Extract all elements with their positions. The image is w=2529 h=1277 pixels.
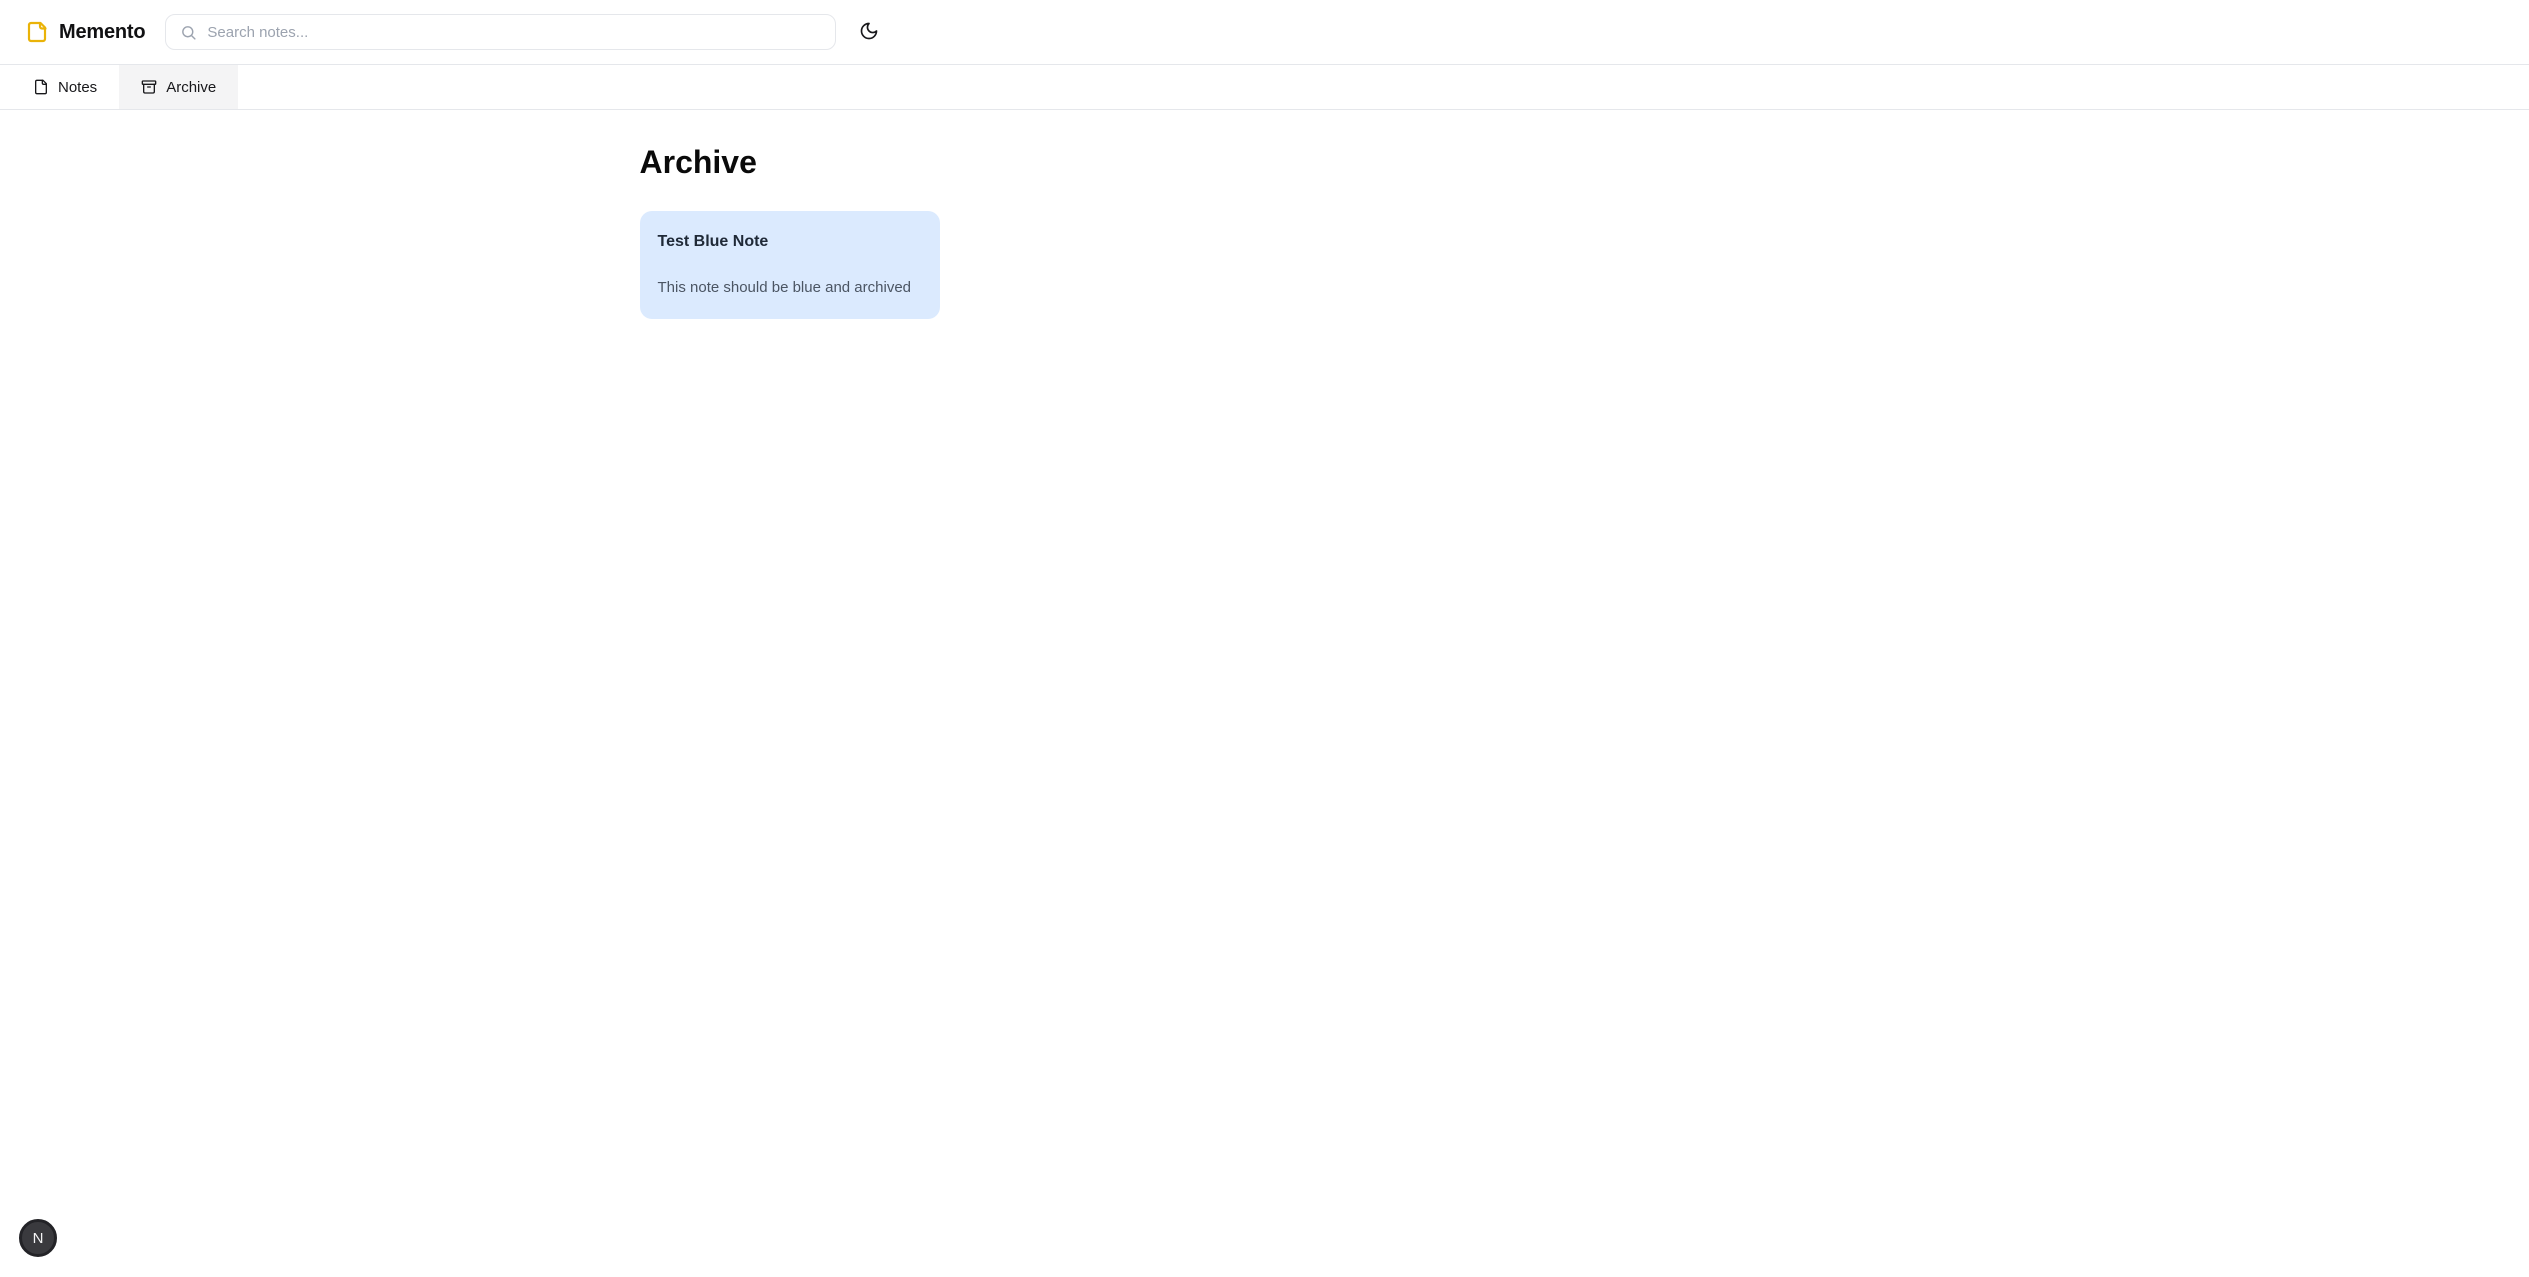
search-box[interactable]: [165, 14, 836, 50]
tab-notes-label: Notes: [58, 79, 97, 96]
tab-bar: Notes Archive: [0, 64, 2529, 110]
floating-n-badge-label: N: [33, 1230, 44, 1247]
archive-icon: [141, 79, 157, 95]
floating-n-badge[interactable]: N: [19, 1219, 57, 1257]
app-header: Memento: [0, 0, 2529, 64]
search-icon: [180, 24, 197, 41]
notes-grid: Test Blue Note This note should be blue …: [640, 211, 1890, 319]
note-card[interactable]: Test Blue Note This note should be blue …: [640, 211, 940, 319]
moon-icon: [859, 21, 879, 44]
tab-archive[interactable]: Archive: [119, 65, 238, 109]
theme-toggle-button[interactable]: [851, 14, 887, 50]
page-title: Archive: [640, 146, 1890, 178]
note-title: Test Blue Note: [658, 232, 922, 251]
file-icon: [33, 79, 49, 95]
search-input[interactable]: [207, 24, 823, 41]
app-logo: Memento: [25, 20, 145, 44]
tab-notes[interactable]: Notes: [11, 65, 119, 109]
main-content: Archive Test Blue Note This note should …: [640, 110, 1890, 319]
sticky-note-icon: [25, 20, 49, 44]
app-title: Memento: [59, 21, 145, 44]
tab-archive-label: Archive: [166, 79, 216, 96]
note-body: This note should be blue and archived: [658, 278, 922, 298]
